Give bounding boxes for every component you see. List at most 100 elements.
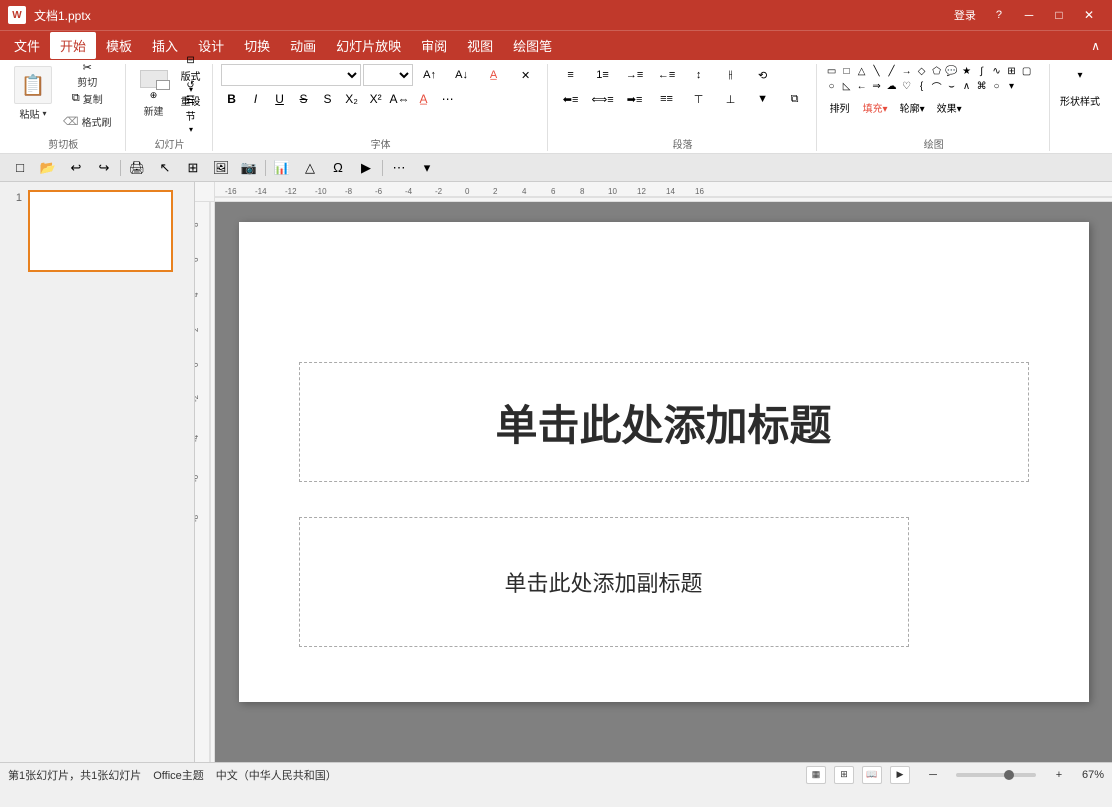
normal-view-button[interactable]: ▦: [806, 766, 826, 784]
minimize-button[interactable]: ─: [1014, 0, 1044, 30]
columns-button[interactable]: ⫲: [716, 64, 746, 86]
shape-curve[interactable]: ∫: [975, 64, 989, 78]
shape-back-arrow[interactable]: ←: [855, 79, 869, 93]
font-color2-button[interactable]: A̲: [413, 88, 435, 110]
font-name-select[interactable]: [221, 64, 361, 86]
reading-view-button[interactable]: 📖: [862, 766, 882, 784]
login-button[interactable]: 登录: [946, 5, 984, 25]
italic-button[interactable]: I: [245, 88, 267, 110]
menu-draw[interactable]: 绘图笔: [503, 32, 562, 59]
slide-sorter-button[interactable]: ⊞: [834, 766, 854, 784]
menu-review[interactable]: 审阅: [411, 32, 457, 59]
shape-right-arrow[interactable]: ⇒: [870, 79, 884, 93]
qa-cursor-button[interactable]: ↖: [153, 156, 177, 180]
char-spacing-button[interactable]: A⇔: [389, 88, 411, 110]
qa-customize-button[interactable]: ▾: [415, 156, 439, 180]
shape-misc[interactable]: ⌒: [930, 79, 944, 93]
menu-view[interactable]: 视图: [457, 32, 503, 59]
menu-design[interactable]: 设计: [188, 32, 234, 59]
menu-home[interactable]: 开始: [50, 32, 96, 59]
qa-media-button[interactable]: ▶: [354, 156, 378, 180]
qa-shapes-button[interactable]: △: [298, 156, 322, 180]
qa-chart-button[interactable]: 📊: [270, 156, 294, 180]
shape-callout2[interactable]: ☁: [885, 79, 899, 93]
zoom-in-button[interactable]: +: [1044, 766, 1074, 784]
qa-symbol-button[interactable]: Ω: [326, 156, 350, 180]
effect-button[interactable]: 效果▾: [933, 97, 966, 117]
format-paint-button[interactable]: ⌫ 格式刷: [58, 110, 117, 132]
bold-button[interactable]: B: [221, 88, 243, 110]
subscript-button[interactable]: X₂: [341, 88, 363, 110]
text-direction-button[interactable]: ⟲: [748, 64, 778, 86]
strikethrough-button[interactable]: S: [293, 88, 315, 110]
qa-more-button[interactable]: ⋯: [387, 156, 411, 180]
menu-template[interactable]: 模板: [96, 32, 142, 59]
shape-heart[interactable]: ♡: [900, 79, 914, 93]
increase-font-button[interactable]: A↑: [415, 64, 445, 86]
shape-line2[interactable]: ╱: [885, 64, 899, 78]
slide-title-box[interactable]: 单击此处添加标题: [299, 362, 1029, 482]
shape-line[interactable]: ╲: [870, 64, 884, 78]
shape-misc2[interactable]: ⌣: [945, 79, 959, 93]
shape-misc5[interactable]: ○: [990, 79, 1004, 93]
zoom-out-button[interactable]: ─: [918, 766, 948, 784]
shape-freeform[interactable]: ∿: [990, 64, 1004, 78]
new-slide-button[interactable]: ⊕ 新建: [134, 64, 174, 124]
shape-star[interactable]: ★: [960, 64, 974, 78]
shape-ellipse[interactable]: ○: [825, 79, 839, 93]
clear-format-button[interactable]: ✕: [511, 64, 541, 86]
align-left-button[interactable]: ⬅≡: [556, 88, 586, 110]
qa-open-button[interactable]: 📂: [36, 156, 60, 180]
paste-button-area[interactable]: 📋 粘贴 ▾: [10, 64, 56, 132]
shape-rect[interactable]: ▭: [825, 64, 839, 78]
qa-print-button[interactable]: 🖨: [125, 156, 149, 180]
menu-transition[interactable]: 切换: [234, 32, 280, 59]
qa-undo-button[interactable]: ↩: [64, 156, 88, 180]
qa-new-button[interactable]: □: [8, 156, 32, 180]
qa-table-button[interactable]: ⊞: [181, 156, 205, 180]
cut-button[interactable]: ✂ 剪切: [58, 64, 117, 86]
slide-subtitle-text[interactable]: 单击此处添加副标题: [504, 566, 702, 598]
qa-screenshot-button[interactable]: 📷: [237, 156, 261, 180]
more-styles-button[interactable]: ▾: [1065, 66, 1095, 84]
align-center-button[interactable]: ⟺≡: [588, 88, 618, 110]
slideshow-button[interactable]: ▶: [890, 766, 910, 784]
shape-format-label[interactable]: 形状样式: [1054, 86, 1106, 114]
paste-dropdown-arrow[interactable]: ▾: [42, 109, 46, 118]
text-shadow-button[interactable]: S: [317, 88, 339, 110]
ribbon-collapse-btn[interactable]: ∧: [1083, 35, 1108, 57]
shape-right-tri[interactable]: ◺: [840, 79, 854, 93]
align-right-button[interactable]: ➡≡: [620, 88, 650, 110]
shape-triangle[interactable]: △: [855, 64, 869, 78]
slide-canvas-area[interactable]: 单击此处添加标题 单击此处添加副标题: [215, 202, 1112, 762]
shape-round-rect[interactable]: ▢: [1020, 64, 1034, 78]
justify-button[interactable]: ≡≡: [652, 88, 682, 110]
zoom-slider-thumb[interactable]: [1004, 770, 1014, 780]
underline-button[interactable]: U: [269, 88, 291, 110]
numbering-button[interactable]: 1≡: [588, 64, 618, 86]
fill-button[interactable]: 填充▾: [859, 97, 892, 117]
convert-smartart-button[interactable]: ⧉: [780, 88, 810, 110]
shape-rect2[interactable]: □: [840, 64, 854, 78]
help-button[interactable]: ?: [988, 7, 1010, 23]
menu-file[interactable]: 文件: [4, 32, 50, 59]
paste-label[interactable]: 粘贴 ▾: [19, 106, 46, 121]
slide-canvas[interactable]: 单击此处添加标题 单击此处添加副标题: [239, 222, 1089, 702]
menu-slideshow[interactable]: 幻灯片放映: [326, 32, 411, 59]
menu-animation[interactable]: 动画: [280, 32, 326, 59]
arrange-button[interactable]: 排列: [825, 97, 855, 117]
decrease-font-button[interactable]: A↓: [447, 64, 477, 86]
shape-more[interactable]: ⊞: [1005, 64, 1019, 78]
align-bottom-button[interactable]: ▼: [748, 88, 778, 110]
line-spacing-button[interactable]: ↕: [684, 64, 714, 86]
font-color-button[interactable]: A̲: [479, 64, 509, 86]
zoom-slider[interactable]: [956, 773, 1036, 777]
shape-diamond[interactable]: ◇: [915, 64, 929, 78]
shape-misc4[interactable]: ⌘: [975, 79, 989, 93]
font-size-select[interactable]: [363, 64, 413, 86]
bullet-list-button[interactable]: ≡: [556, 64, 586, 86]
shape-callout[interactable]: 💬: [945, 64, 959, 78]
slide-title-text[interactable]: 单击此处添加标题: [495, 392, 831, 453]
align-top-button[interactable]: ⊤: [684, 88, 714, 110]
superscript-button[interactable]: X²: [365, 88, 387, 110]
